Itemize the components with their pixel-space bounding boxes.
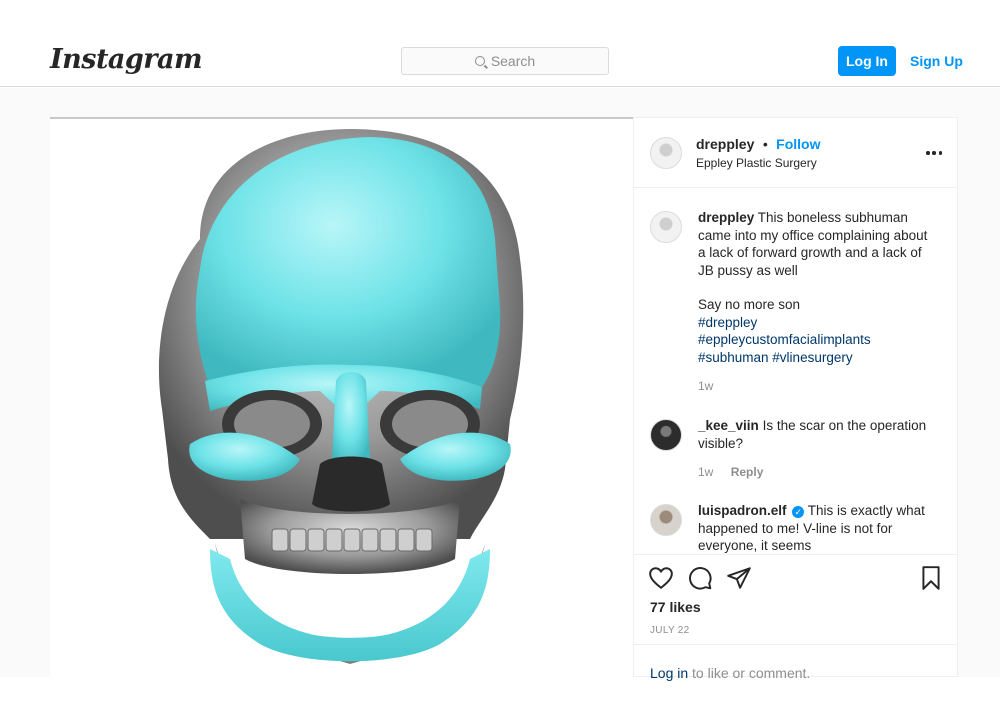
hashtag-link[interactable]: #dreppley xyxy=(698,314,938,332)
caption-avatar[interactable] xyxy=(650,211,682,243)
instagram-logo[interactable]: Instagram xyxy=(50,44,203,75)
skull-3d-icon xyxy=(158,129,524,664)
likes-count[interactable]: 77 likes xyxy=(650,599,701,615)
login-prompt-text: to like or comment. xyxy=(688,665,811,681)
search-icon xyxy=(474,56,485,66)
comment-username[interactable]: _kee_viin xyxy=(698,418,759,433)
author-line: dreppley • Follow xyxy=(696,136,821,154)
separator-dot: • xyxy=(762,136,768,152)
comments-list[interactable]: dreppley This boneless subhuman came int… xyxy=(634,189,958,553)
follow-button[interactable]: Follow xyxy=(776,136,820,152)
caption-line2: Say no more son xyxy=(698,297,801,312)
heart-icon[interactable] xyxy=(648,565,674,591)
post-side-panel: dreppley • Follow Eppley Plastic Surgery… xyxy=(633,117,958,681)
comment-icon[interactable] xyxy=(687,565,713,591)
commenter-avatar[interactable] xyxy=(650,419,682,451)
comment-body: _kee_viin Is the scar on the operation v… xyxy=(698,417,938,482)
author-avatar[interactable] xyxy=(650,137,682,169)
search-placeholder: Search xyxy=(490,53,536,69)
caption-body: dreppley This boneless subhuman came int… xyxy=(698,209,938,396)
top-nav-bar: Instagram Search Log In Sign Up xyxy=(0,0,1000,87)
reply-button[interactable]: Reply xyxy=(731,465,764,479)
comment-timestamp[interactable]: 1w xyxy=(698,465,713,479)
login-link[interactable]: Log in xyxy=(650,665,688,681)
post-actions: 77 likes JULY 22 xyxy=(634,554,958,644)
caption-timestamp[interactable]: 1w xyxy=(698,378,938,396)
comment-meta: 1w Reply xyxy=(698,464,938,482)
bookmark-icon[interactable] xyxy=(918,565,944,591)
caption-username[interactable]: dreppley xyxy=(698,210,754,225)
share-icon[interactable] xyxy=(726,565,752,591)
login-button[interactable]: Log In xyxy=(838,46,896,76)
search-input[interactable]: Search xyxy=(401,47,609,75)
commenter-avatar[interactable] xyxy=(650,504,682,536)
hashtag-link[interactable]: #subhuman #vlinesurgery xyxy=(698,349,938,367)
login-prompt: Log in to like or comment. xyxy=(634,644,958,685)
hashtag-link[interactable]: #eppleycustomfacialimplants xyxy=(698,331,938,349)
verified-badge-icon: ✓ xyxy=(792,506,805,518)
author-username[interactable]: dreppley xyxy=(696,136,754,152)
post-date[interactable]: JULY 22 xyxy=(650,625,690,636)
post-header: dreppley • Follow Eppley Plastic Surgery xyxy=(634,118,958,188)
comment-body: luispadron.elf ✓ This is exactly what ha… xyxy=(698,502,938,553)
post-location[interactable]: Eppley Plastic Surgery xyxy=(696,156,817,170)
comment-username[interactable]: luispadron.elf xyxy=(698,503,787,518)
more-options-icon[interactable] xyxy=(926,151,942,155)
signup-link[interactable]: Sign Up xyxy=(910,53,963,69)
post-image[interactable] xyxy=(50,117,633,677)
